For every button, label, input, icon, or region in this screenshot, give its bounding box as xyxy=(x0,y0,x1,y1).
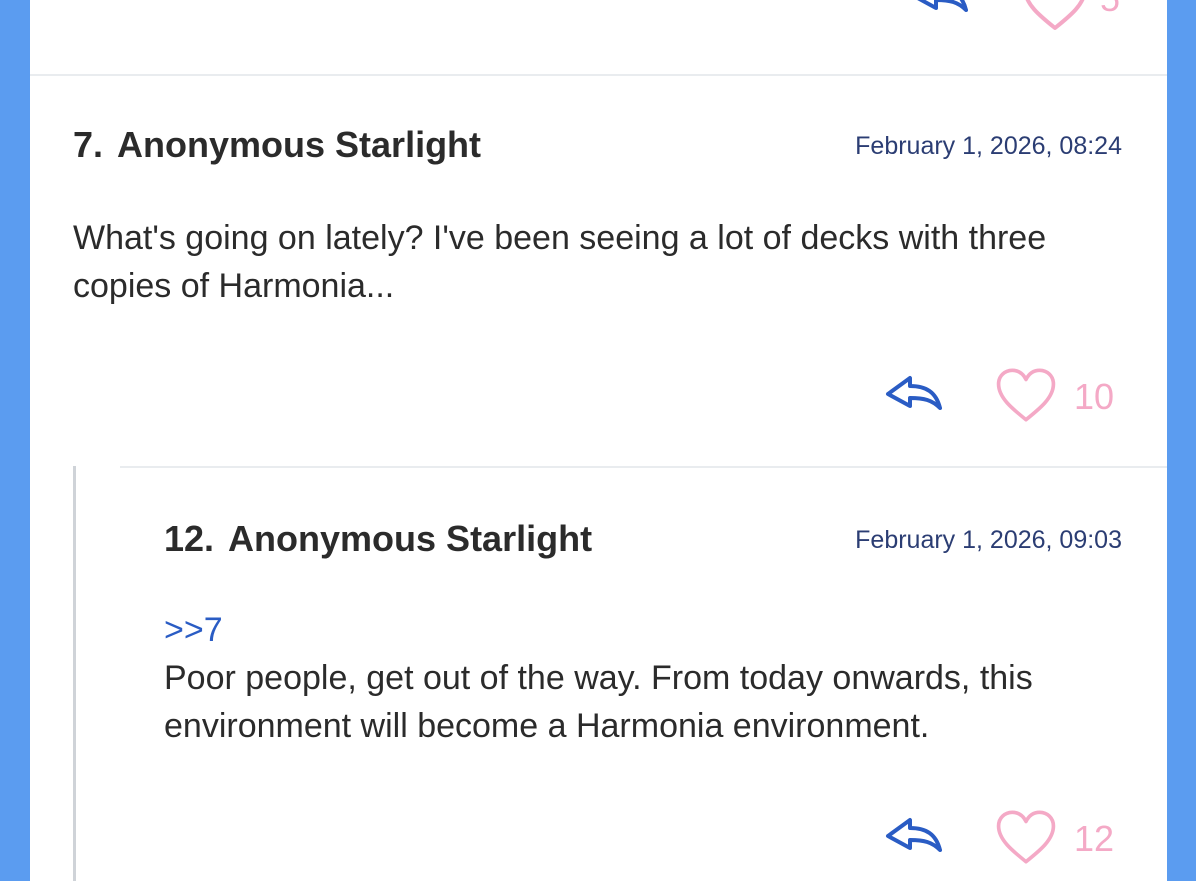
reply-icon[interactable] xyxy=(908,0,972,22)
reply-anchor-link[interactable]: >>7 xyxy=(164,606,1114,654)
post-divider xyxy=(30,74,1167,76)
post-body: What's going on lately? I've been seeing… xyxy=(73,219,1047,305)
like-count: 5 xyxy=(1100,0,1120,20)
post-12: 12. Anonymous Starlight February 1, 2026,… xyxy=(164,518,1122,881)
post-date: February 1, 2026, 09:03 xyxy=(855,526,1122,554)
poster-name[interactable]: Anonymous Starlight xyxy=(117,124,481,166)
reply-icon[interactable] xyxy=(882,372,946,420)
post-header: 7. Anonymous Starlight February 1, 2026, … xyxy=(73,124,1122,166)
post-actions: 12 xyxy=(882,808,1122,868)
heart-icon[interactable] xyxy=(994,808,1058,866)
like-count: 10 xyxy=(1074,376,1115,417)
poster-name[interactable]: Anonymous Starlight xyxy=(228,518,592,560)
previous-post: 5 xyxy=(30,0,1167,74)
post-date: February 1, 2026, 08:24 xyxy=(855,132,1122,160)
post-actions: 10 xyxy=(882,366,1122,426)
post-number: 7. xyxy=(73,124,104,165)
comment-panel: 5 7. Anonymous Starlight February 1, 2026… xyxy=(30,0,1167,881)
like-count: 12 xyxy=(1074,818,1115,859)
post-body-container: >>7 Poor people, get out of the way. Fro… xyxy=(164,606,1114,750)
reply-divider xyxy=(120,466,1167,468)
post-7: 7. Anonymous Starlight February 1, 2026, … xyxy=(73,124,1122,464)
heart-icon[interactable] xyxy=(1020,0,1090,32)
reply-icon[interactable] xyxy=(882,814,946,862)
post-header: 12. Anonymous Starlight February 1, 2026,… xyxy=(164,518,1122,560)
heart-icon[interactable] xyxy=(994,366,1058,424)
post-body: Poor people, get out of the way. From to… xyxy=(164,659,1033,745)
post-number: 12. xyxy=(164,518,215,559)
thread-indent-line xyxy=(73,466,76,881)
